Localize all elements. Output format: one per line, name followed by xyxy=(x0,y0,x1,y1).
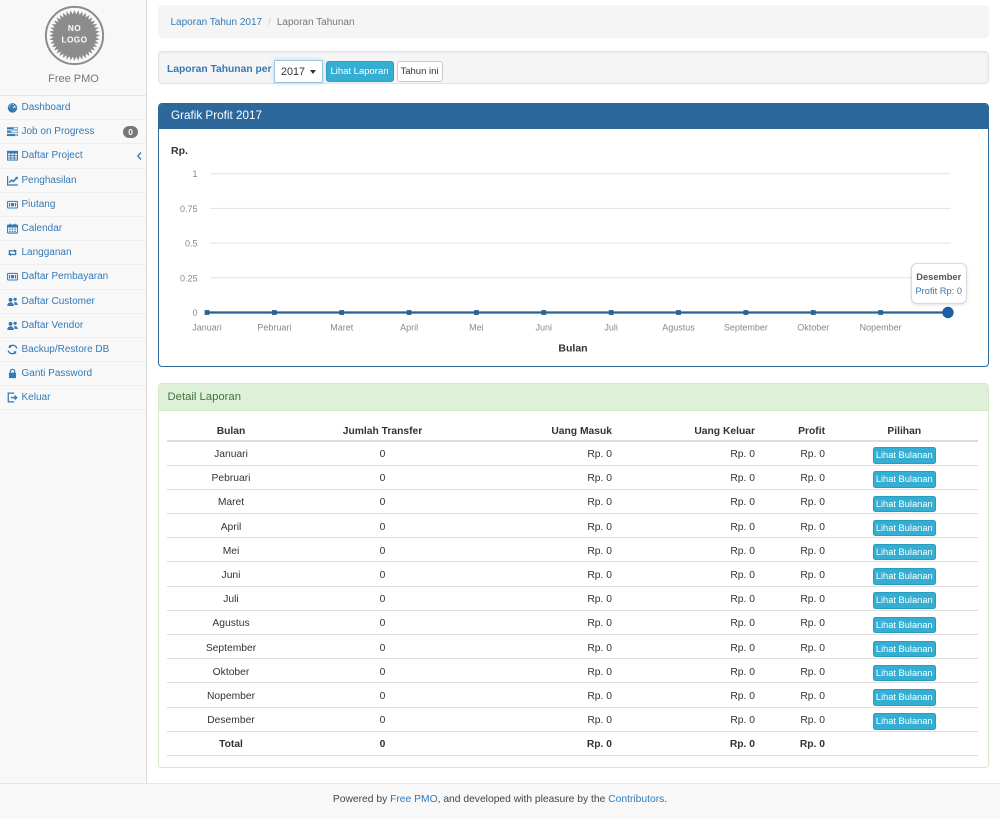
svg-text:Juli: Juli xyxy=(604,322,618,332)
svg-text:NO: NO xyxy=(67,23,80,33)
svg-text:0.25: 0.25 xyxy=(179,273,197,283)
svg-text:0: 0 xyxy=(192,308,197,318)
svg-text:0.75: 0.75 xyxy=(179,203,197,213)
svg-text:0.5: 0.5 xyxy=(184,238,197,248)
svg-text:Nopember: Nopember xyxy=(859,322,901,332)
svg-text:Rp.: Rp. xyxy=(171,145,188,157)
svg-text:Juni: Juni xyxy=(535,322,552,332)
svg-text:Bulan: Bulan xyxy=(558,342,587,354)
svg-text:September: September xyxy=(723,322,767,332)
svg-text:Januari: Januari xyxy=(192,322,222,332)
svg-text:LOGO: LOGO xyxy=(61,35,87,45)
svg-text:Oktober: Oktober xyxy=(797,322,829,332)
svg-text:Maret: Maret xyxy=(330,322,354,332)
svg-text:April: April xyxy=(400,322,418,332)
svg-text:Pebruari: Pebruari xyxy=(257,322,291,332)
svg-text:1: 1 xyxy=(192,169,197,179)
svg-text:Mei: Mei xyxy=(469,322,484,332)
svg-text:Agustus: Agustus xyxy=(662,322,695,332)
